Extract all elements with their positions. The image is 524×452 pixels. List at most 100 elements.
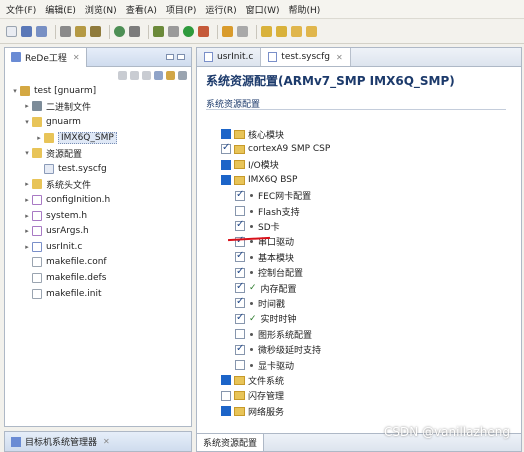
- prev-annotation-icon[interactable]: [276, 26, 287, 37]
- target-icon[interactable]: [114, 26, 125, 37]
- back-icon[interactable]: [291, 26, 302, 37]
- tab-test-syscfg[interactable]: test.syscfg ✕: [261, 48, 351, 66]
- config-checkbox[interactable]: [235, 206, 245, 216]
- target-manager-tab[interactable]: 目标机系统管理器 ✕: [4, 431, 192, 452]
- config-item[interactable]: SD卡: [235, 219, 280, 233]
- run-icon[interactable]: [183, 26, 194, 37]
- config-item[interactable]: FEC网卡配置: [235, 189, 311, 203]
- expand-arrow-icon[interactable]: ▸: [23, 212, 31, 220]
- config-item[interactable]: ✓实时时钟: [235, 312, 297, 326]
- view-menu-icon[interactable]: [178, 70, 187, 80]
- menu-project[interactable]: 项目(P): [166, 3, 196, 16]
- config-item[interactable]: 文件系统: [221, 373, 284, 387]
- expand-arrow-icon[interactable]: ▾: [11, 87, 19, 95]
- config-item[interactable]: ✓内存配置: [235, 281, 297, 295]
- config-item[interactable]: 显卡驱动: [235, 358, 294, 372]
- config-item[interactable]: Flash支持: [235, 204, 300, 218]
- config-item[interactable]: 闪存管理: [221, 389, 284, 403]
- next-annotation-icon[interactable]: [261, 26, 272, 37]
- tree-item[interactable]: ▸ 二进制文件: [5, 99, 191, 115]
- menu-help[interactable]: 帮助(H): [289, 3, 321, 16]
- expand-arrow-icon[interactable]: ▸: [23, 196, 31, 204]
- minimize-icon[interactable]: [166, 54, 174, 60]
- build-icon[interactable]: [75, 26, 86, 37]
- tree-item[interactable]: ▸ usrInit.c: [5, 239, 191, 255]
- home-icon[interactable]: [142, 70, 151, 80]
- back-nav-icon[interactable]: [118, 70, 127, 80]
- brush-icon[interactable]: [222, 26, 233, 37]
- debug-icon[interactable]: [153, 26, 164, 37]
- expand-arrow-icon[interactable]: ▸: [23, 102, 31, 110]
- settings-icon[interactable]: [129, 26, 140, 37]
- tree-item[interactable]: ▸ IMX6Q_SMP: [5, 130, 191, 146]
- build-all-icon[interactable]: [90, 26, 101, 37]
- tree-item[interactable]: test.syscfg: [5, 161, 191, 177]
- tree-item[interactable]: makefile.init: [5, 286, 191, 302]
- tree-item[interactable]: makefile.conf: [5, 255, 191, 271]
- config-item[interactable]: 基本模块: [235, 250, 294, 264]
- expand-arrow-icon[interactable]: ▸: [23, 243, 31, 251]
- maximize-icon[interactable]: [177, 54, 185, 60]
- config-checkbox[interactable]: [235, 296, 245, 309]
- config-item[interactable]: 时间戳: [235, 296, 285, 310]
- tree-item[interactable]: ▾ test [gnuarm]: [5, 83, 191, 99]
- config-checkbox[interactable]: [221, 390, 231, 401]
- tree-item[interactable]: ▸ system.h: [5, 208, 191, 224]
- expand-arrow-icon[interactable]: ▸: [35, 134, 43, 142]
- expand-arrow-icon[interactable]: ▸: [23, 227, 31, 235]
- config-item[interactable]: 控制台配置: [235, 266, 303, 280]
- tab-system-resource-config[interactable]: 系统资源配置: [197, 434, 265, 451]
- config-checkbox[interactable]: [235, 219, 245, 232]
- config-item[interactable]: 核心模块: [221, 127, 284, 141]
- menu-run[interactable]: 运行(R): [205, 3, 236, 16]
- config-checkbox[interactable]: [221, 159, 231, 170]
- external-tools-icon[interactable]: [198, 26, 209, 37]
- menu-edit[interactable]: 编辑(E): [45, 3, 76, 16]
- expand-arrow-icon[interactable]: ▾: [23, 118, 31, 126]
- config-item[interactable]: 微秒级延时支持: [235, 343, 321, 357]
- menu-navigate[interactable]: 浏览(N): [85, 3, 117, 16]
- tree-item[interactable]: ▾ 资源配置: [5, 145, 191, 161]
- tab-usrinit-c[interactable]: usrInit.c: [197, 48, 262, 66]
- save-icon[interactable]: [21, 26, 32, 37]
- close-icon[interactable]: ✕: [103, 437, 110, 446]
- config-item[interactable]: IMX6Q BSP: [221, 173, 297, 187]
- config-item[interactable]: 图形系统配置: [235, 327, 312, 341]
- save-all-icon[interactable]: [36, 26, 47, 37]
- tree-item[interactable]: ▸ configInition.h: [5, 192, 191, 208]
- menu-window[interactable]: 窗口(W): [246, 3, 280, 16]
- config-checkbox[interactable]: [235, 312, 245, 324]
- forward-nav-icon[interactable]: [130, 70, 139, 80]
- expand-arrow-icon[interactable]: ▾: [23, 149, 31, 157]
- config-checkbox[interactable]: [235, 266, 245, 278]
- tree-item[interactable]: ▾ gnuarm: [5, 114, 191, 130]
- expand-arrow-icon[interactable]: ▸: [23, 180, 31, 188]
- menu-file[interactable]: 文件(F): [6, 3, 36, 16]
- new-icon[interactable]: [6, 26, 17, 37]
- collapse-all-icon[interactable]: [154, 70, 163, 80]
- config-item[interactable]: 网络服务: [221, 404, 284, 418]
- project-explorer-tab[interactable]: ReDe工程 ✕: [5, 47, 87, 67]
- pin-icon[interactable]: [237, 26, 248, 37]
- profile-icon[interactable]: [168, 26, 179, 37]
- config-checkbox[interactable]: [221, 142, 231, 155]
- close-icon[interactable]: ✕: [73, 53, 80, 62]
- tree-item[interactable]: ▸ 系统头文件: [5, 177, 191, 193]
- config-checkbox[interactable]: [235, 360, 245, 370]
- config-checkbox[interactable]: [221, 175, 231, 186]
- config-checkbox[interactable]: [235, 343, 245, 355]
- config-checkbox[interactable]: [235, 250, 245, 263]
- config-checkbox[interactable]: [221, 129, 231, 139]
- menu-search[interactable]: 查看(A): [126, 3, 157, 16]
- close-icon[interactable]: ✕: [336, 53, 343, 62]
- config-checkbox[interactable]: [235, 281, 245, 293]
- print-icon[interactable]: [60, 26, 71, 37]
- forward-icon[interactable]: [306, 26, 317, 37]
- config-checkbox[interactable]: [221, 406, 231, 417]
- tree-item[interactable]: ▸ usrArgs.h: [5, 223, 191, 239]
- config-checkbox[interactable]: [221, 375, 231, 386]
- config-item[interactable]: I/O模块: [221, 158, 279, 172]
- config-item[interactable]: cortexA9 SMP CSP: [221, 142, 330, 156]
- config-checkbox[interactable]: [235, 189, 245, 201]
- config-checkbox[interactable]: [235, 329, 245, 340]
